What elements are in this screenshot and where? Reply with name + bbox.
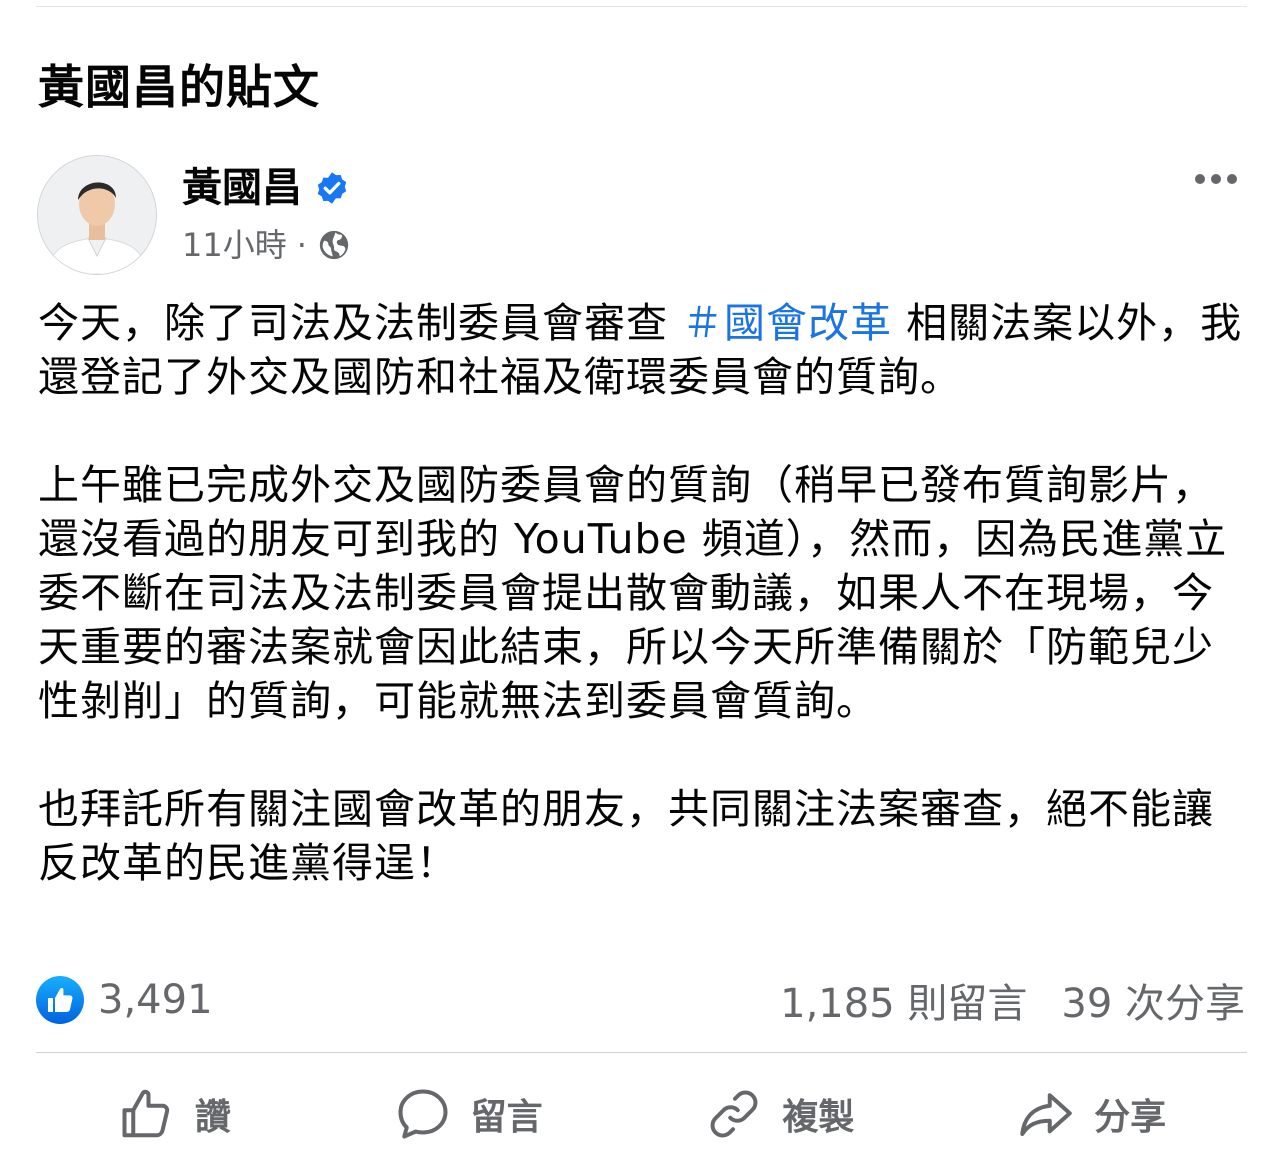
post-body: 今天，除了司法及法制委員會審查 ＃國會改革 相關法案以外，我還登記了外交及國防和… <box>38 296 1248 890</box>
author-row: 黃國昌 <box>182 162 350 214</box>
like-badge-icon <box>36 976 84 1024</box>
comment-button[interactable]: 留言 <box>393 1084 543 1144</box>
share-count[interactable]: 39 次分享 <box>1061 971 1245 1029</box>
reaction-stats: 3,491 1,185 則留言 39 次分享 <box>36 972 1245 1028</box>
verified-badge-icon <box>317 172 347 204</box>
paragraph-1-start: 今天，除了司法及法制委員會審查 <box>38 299 683 347</box>
author-avatar[interactable] <box>37 155 157 275</box>
post-paragraph-2: 上午雖已完成外交及國防委員會的質詢（稍早已發布質詢影片，還沒看過的朋友可到我的 … <box>38 461 1228 725</box>
more-options-icon[interactable] <box>1189 168 1243 190</box>
share-button-label: 分享 <box>1094 1097 1167 1138</box>
like-button[interactable]: 讚 <box>117 1084 231 1144</box>
top-divider <box>36 6 1247 7</box>
link-icon <box>710 1090 758 1138</box>
speech-bubble-icon <box>398 1089 448 1139</box>
post-meta: 11小時 · <box>182 224 351 266</box>
avatar-portrait <box>38 156 156 274</box>
action-bar: 讚 留言 複製 分享 <box>36 1078 1247 1150</box>
comment-button-label: 留言 <box>470 1097 543 1138</box>
like-count[interactable]: 3,491 <box>36 976 213 1024</box>
globe-icon <box>319 230 349 260</box>
copy-button-label: 複製 <box>782 1097 855 1138</box>
more-dot <box>1211 174 1221 184</box>
author-name[interactable]: 黃國昌 <box>182 162 302 214</box>
post-paragraph-3: 也拜託所有關注國會改革的朋友，共同關注法案審查，絕不能讓反改革的民進黨得逞！ <box>38 785 1214 887</box>
meta-separator: · <box>296 226 307 264</box>
share-arrow-icon <box>1020 1093 1072 1136</box>
like-button-label: 讚 <box>194 1097 231 1138</box>
page-title: 黃國昌的貼文 <box>38 60 320 114</box>
post-paragraph-1: 今天，除了司法及法制委員會審查 ＃國會改革 相關法案以外，我還登記了外交及國防和… <box>38 296 1248 404</box>
more-dot <box>1227 174 1237 184</box>
share-button[interactable]: 分享 <box>1016 1084 1166 1144</box>
hashtag-link[interactable]: ＃國會改革 <box>682 299 892 347</box>
more-dot <box>1195 174 1205 184</box>
actions-divider <box>36 1052 1247 1053</box>
comment-count[interactable]: 1,185 則留言 <box>780 971 1027 1029</box>
engagement-counts: 1,185 則留言 39 次分享 <box>780 971 1245 1029</box>
copy-link-button[interactable]: 複製 <box>704 1084 854 1144</box>
like-count-text: 3,491 <box>98 977 213 1023</box>
thumbs-up-icon <box>122 1089 169 1138</box>
post-timestamp[interactable]: 11小時 <box>182 224 287 266</box>
